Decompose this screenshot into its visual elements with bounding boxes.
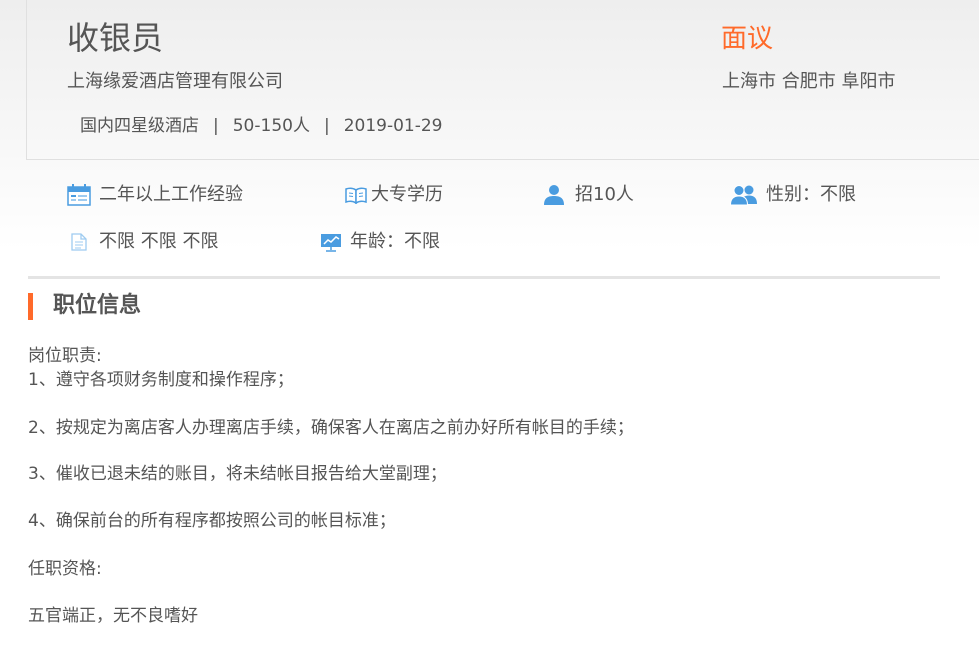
job-title: 收银员	[67, 19, 164, 57]
req-other: 不限 不限 不限	[71, 230, 218, 254]
meta-separator: |	[213, 116, 219, 136]
job-detail-page: 收银员 上海缘爱酒店管理有限公司 国内四星级酒店 | 50-150人 | 2019-01…	[0, 0, 979, 647]
section-title: 职位信息	[53, 293, 142, 318]
duty-item: 1、遵守各项财务制度和操作程序；	[28, 370, 294, 390]
company-name[interactable]: 上海缘爱酒店管理有限公司	[67, 70, 283, 94]
req-headcount: 招10人	[543, 183, 634, 207]
salary: 面议	[721, 24, 774, 54]
meta-separator: |	[323, 116, 330, 136]
req-gender-label: 性别：不限	[766, 184, 856, 205]
chart-icon	[321, 234, 341, 252]
req-education: 大专学历	[345, 183, 443, 207]
req-gender: 性别：不限	[730, 183, 856, 207]
section-divider	[28, 276, 940, 279]
duties-heading: 岗位职责:	[28, 346, 102, 366]
company-meta: 国内四星级酒店 | 50-150人 | 2019-01-29	[80, 114, 442, 138]
req-other-label: 不限 不限 不限	[99, 231, 219, 252]
req-experience-label: 二年以上工作经验	[99, 184, 243, 205]
qualification-item: 五官端正，无不良嗜好	[28, 606, 198, 626]
section-accent-bar	[28, 293, 33, 320]
work-cities: 上海市 合肥市 阜阳市	[722, 71, 896, 92]
company-size: 50-150人	[232, 116, 310, 136]
post-date: 2019-01-29	[343, 116, 443, 136]
req-headcount-label: 招10人	[575, 184, 634, 205]
person-icon	[544, 185, 564, 205]
req-education-label: 大专学历	[371, 184, 443, 205]
company-industry: 国内四星级酒店	[80, 116, 199, 136]
req-experience: 二年以上工作经验	[67, 183, 243, 207]
qualifications-heading: 任职资格:	[28, 559, 102, 579]
book-icon	[345, 187, 367, 204]
calendar-icon	[67, 184, 91, 206]
req-age-label: 年龄：不限	[350, 231, 440, 252]
req-age: 年龄：不限	[320, 230, 440, 254]
duty-item: 4、确保前台的所有程序都按照公司的帐目标准；	[28, 511, 396, 531]
document-icon	[71, 233, 87, 251]
people-icon	[730, 185, 757, 206]
duty-item: 3、催收已退未结的账目，将未结帐目报告给大堂副理；	[28, 464, 447, 484]
duty-item: 2、按规定为离店客人办理离店手续，确保客人在离店之前办好所有帐目的手续；	[28, 418, 634, 438]
